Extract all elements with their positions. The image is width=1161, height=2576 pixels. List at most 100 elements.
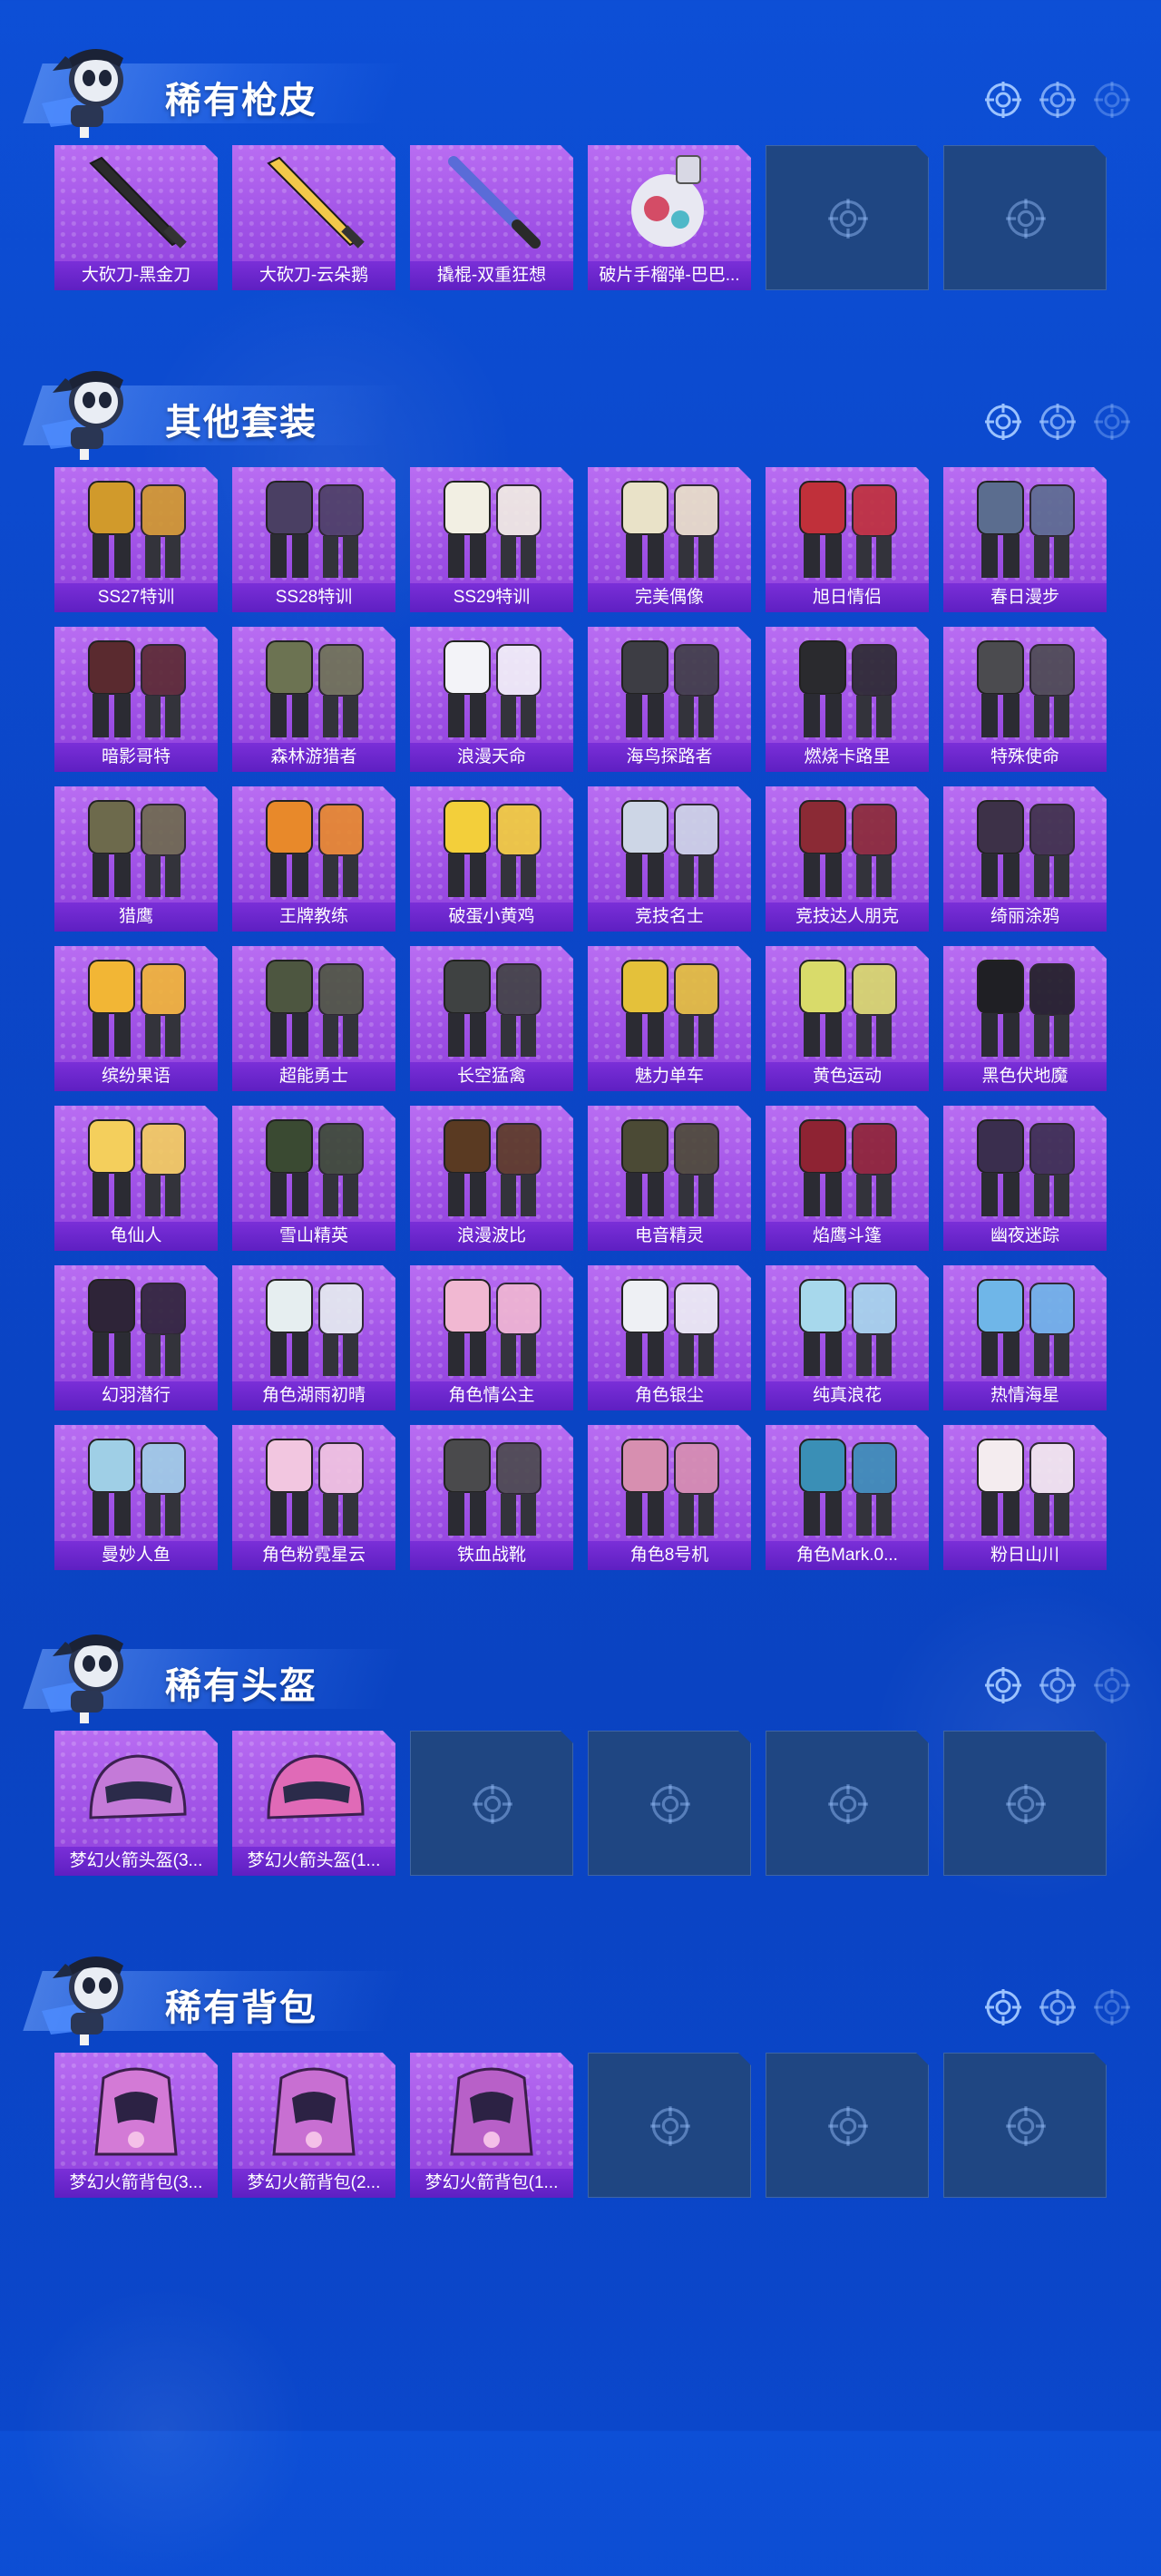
item-card[interactable]: 长空猛禽 — [410, 946, 573, 1091]
outfit-icon — [943, 1265, 1107, 1381]
item-card[interactable]: 缤纷果语 — [54, 946, 218, 1091]
item-label: 角色8号机 — [588, 1541, 751, 1570]
item-card[interactable]: 热情海星 — [943, 1265, 1107, 1410]
item-card[interactable]: 角色情公主 — [410, 1265, 573, 1410]
item-card[interactable]: 雪山精英 — [232, 1106, 395, 1251]
item-card[interactable]: 超能勇士 — [232, 946, 395, 1091]
item-card[interactable]: 大砍刀-云朵鹅 — [232, 145, 395, 290]
crosshair-icon — [1038, 1987, 1078, 2027]
item-label: 王牌教练 — [232, 903, 395, 932]
item-card[interactable]: 电音精灵 — [588, 1106, 751, 1251]
item-card[interactable]: 黑色伏地魔 — [943, 946, 1107, 1091]
item-card[interactable]: 大砍刀-黑金刀 — [54, 145, 218, 290]
item-card[interactable]: 破片手榴弹-巴巴... — [588, 145, 751, 290]
item-card[interactable]: 撬棍-双重狂想 — [410, 145, 573, 290]
item-card[interactable]: 幻羽潜行 — [54, 1265, 218, 1410]
crosshair-icon — [983, 80, 1023, 120]
item-card[interactable]: 森林游猎者 — [232, 627, 395, 772]
item-card[interactable]: 浪漫天命 — [410, 627, 573, 772]
outfit-icon — [766, 1265, 929, 1381]
crosshair-icon — [983, 1987, 1023, 2027]
bat-icon — [410, 145, 573, 261]
item-card[interactable]: SS27特训 — [54, 467, 218, 612]
outfit-icon — [410, 1265, 573, 1381]
empty-slot — [588, 1731, 751, 1876]
item-section: 其他套装 SS27特训 SS28特训 SS29特训 完美偶像 旭日情侣 春日漫步 暗影哥特 森林… — [0, 358, 1161, 467]
item-card[interactable]: 幽夜迷踪 — [943, 1106, 1107, 1251]
section-header: 稀有头盔 — [0, 1622, 1161, 1731]
item-card[interactable]: 破蛋小黄鸡 — [410, 786, 573, 932]
item-card[interactable]: 梦幻火箭背包(2... — [232, 2053, 395, 2198]
item-card[interactable]: 纯真浪花 — [766, 1265, 929, 1410]
section-title: 其他套装 — [165, 403, 317, 443]
item-card[interactable]: 完美偶像 — [588, 467, 751, 612]
outfit-icon — [588, 1425, 751, 1541]
crosshair-icon — [983, 402, 1023, 442]
item-section: 稀有头盔 梦幻火箭头盔(3... 梦幻火箭头盔(1... — [0, 1622, 1161, 1731]
crosshair-icon — [826, 1782, 870, 1826]
item-card[interactable]: 铁血战靴 — [410, 1425, 573, 1570]
item-card[interactable]: 曼妙人鱼 — [54, 1425, 218, 1570]
blade-icon — [54, 145, 218, 261]
item-label: 特殊使命 — [943, 743, 1107, 772]
outfit-icon — [943, 627, 1107, 743]
item-card[interactable]: 焰鹰斗篷 — [766, 1106, 929, 1251]
section-deco-icons — [983, 80, 1130, 120]
item-card[interactable]: 角色银尘 — [588, 1265, 751, 1410]
item-card[interactable]: SS28特训 — [232, 467, 395, 612]
crosshair-icon — [1004, 2104, 1048, 2148]
item-card[interactable]: 角色Mark.0... — [766, 1425, 929, 1570]
item-card[interactable]: 王牌教练 — [232, 786, 395, 932]
item-card[interactable]: 春日漫步 — [943, 467, 1107, 612]
item-card[interactable]: 龟仙人 — [54, 1106, 218, 1251]
item-card[interactable]: 黄色运动 — [766, 946, 929, 1091]
item-label: 完美偶像 — [588, 583, 751, 612]
helmet-icon — [232, 1731, 395, 1847]
item-card[interactable]: 特殊使命 — [943, 627, 1107, 772]
item-card[interactable]: 粉日山川 — [943, 1425, 1107, 1570]
item-card[interactable]: 浪漫波比 — [410, 1106, 573, 1251]
outfit-icon — [232, 1265, 395, 1381]
section-title: 稀有背包 — [165, 1988, 317, 2028]
item-card[interactable]: 梦幻火箭背包(1... — [410, 2053, 573, 2198]
item-card[interactable]: 绮丽涂鸦 — [943, 786, 1107, 932]
item-card[interactable]: 海鸟探路者 — [588, 627, 751, 772]
item-card[interactable]: 旭日情侣 — [766, 467, 929, 612]
empty-slot — [766, 2053, 929, 2198]
item-label: 破片手榴弹-巴巴... — [588, 261, 751, 290]
item-card[interactable]: 角色粉霓星云 — [232, 1425, 395, 1570]
outfit-icon — [588, 467, 751, 583]
item-section: 稀有背包 梦幻火箭背包(3... 梦幻火箭背包(2... 梦幻火箭背包(1... — [0, 1944, 1161, 2053]
crosshair-icon — [1092, 1665, 1132, 1705]
item-card[interactable]: 角色8号机 — [588, 1425, 751, 1570]
item-label: 暗影哥特 — [54, 743, 218, 772]
item-card[interactable]: 燃烧卡路里 — [766, 627, 929, 772]
outfit-icon — [943, 1425, 1107, 1541]
outfit-icon — [410, 786, 573, 903]
outfit-icon — [410, 627, 573, 743]
item-card[interactable]: 梦幻火箭头盔(3... — [54, 1731, 218, 1876]
item-label: 森林游猎者 — [232, 743, 395, 772]
item-card[interactable]: 竞技达人朋克 — [766, 786, 929, 932]
item-card[interactable]: 猎鹰 — [54, 786, 218, 932]
item-label: 旭日情侣 — [766, 583, 929, 612]
outfit-icon — [588, 1106, 751, 1222]
item-label: 铁血战靴 — [410, 1541, 573, 1570]
item-label: 绮丽涂鸦 — [943, 903, 1107, 932]
item-label: 幻羽潜行 — [54, 1381, 218, 1410]
item-label: 浪漫波比 — [410, 1222, 573, 1251]
crosshair-icon — [649, 2104, 692, 2148]
item-card[interactable]: SS29特训 — [410, 467, 573, 612]
item-card[interactable]: 暗影哥特 — [54, 627, 218, 772]
item-label: 幽夜迷踪 — [943, 1222, 1107, 1251]
item-card[interactable]: 梦幻火箭头盔(1... — [232, 1731, 395, 1876]
item-card[interactable]: 角色湖雨初晴 — [232, 1265, 395, 1410]
item-card[interactable]: 魅力单车 — [588, 946, 751, 1091]
empty-slot — [410, 1731, 573, 1876]
empty-slot — [766, 145, 929, 290]
crosshair-icon — [826, 2104, 870, 2148]
item-card[interactable]: 竞技名士 — [588, 786, 751, 932]
item-card[interactable]: 梦幻火箭背包(3... — [54, 2053, 218, 2198]
outfit-icon — [766, 1425, 929, 1541]
outfit-icon — [588, 1265, 751, 1381]
